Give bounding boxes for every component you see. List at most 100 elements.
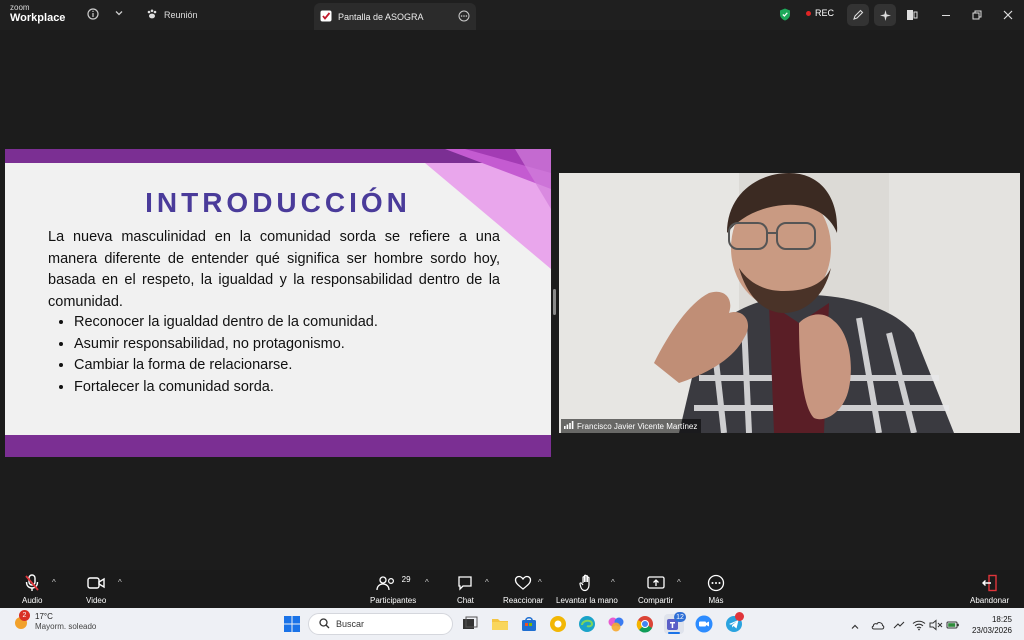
info-icon[interactable] [87,8,99,23]
participants-count: 29 [401,574,411,584]
tab-meeting[interactable]: Reunión [140,3,310,27]
zoom-app-icon[interactable] [694,614,714,634]
tab-screen-label: Pantalla de ASOGRA [338,11,424,22]
slide-paragraph: La nueva masculinidad en la comunidad so… [48,229,500,310]
video-camera-icon [87,574,105,592]
file-explorer-icon[interactable] [490,614,510,634]
audio-label: Audio [22,596,43,605]
recording-indicator[interactable]: REC [806,8,834,18]
bullet-item: Asumir responsabilidad, no protagonismo. [74,334,378,356]
rec-label: REC [815,8,835,18]
record-dot-icon [806,10,811,16]
clock-date: 23/03/2026 [971,626,1012,635]
chat-bubble-icon [457,574,473,592]
chat-button[interactable]: Chat [457,574,474,605]
telegram-notification-dot [735,612,744,621]
share-label: Compartir [638,596,674,605]
more-button[interactable]: Más [707,574,725,605]
tab-meeting-label: Reunión [164,10,198,20]
signal-strength-icon [564,421,574,431]
weather-badge: 2 [19,610,30,621]
bullet-item: Reconocer la igualdad dentro de la comun… [74,312,378,334]
heart-icon [514,574,532,592]
edge-icon[interactable] [577,614,597,634]
react-options-caret-icon[interactable]: ^ [538,578,542,587]
raise-hand-options-caret-icon[interactable]: ^ [611,578,615,587]
raise-hand-label: Levantar la mano [556,596,618,605]
participants-label: Participantes [370,596,417,605]
audio-options-caret-icon[interactable]: ^ [52,578,56,587]
telegram-icon[interactable] [724,612,744,634]
microphone-muted-icon [24,574,40,592]
weather-desc: Mayorm. soleado [35,622,97,631]
raise-hand-icon [579,574,595,592]
raise-hand-button[interactable]: Levantar la mano [556,574,618,605]
participant-video-feed [559,173,1020,433]
chevron-down-icon[interactable] [114,8,124,21]
chrome-canary-icon[interactable] [548,614,568,634]
restore-icon[interactable] [971,8,983,26]
video-label: Video [86,596,107,605]
teams-badge: 12 [674,612,686,622]
weather-temp: 17°C [35,612,53,621]
participant-video-tile[interactable] [559,173,1020,433]
share-options-caret-icon[interactable]: ^ [677,578,681,587]
asogra-app-icon [320,10,332,24]
chrome-icon[interactable] [635,614,655,634]
copilot-icon[interactable] [606,614,626,634]
bullet-item: Cambiar la forma de relacionarse. [74,355,378,377]
weather-widget[interactable]: 2 17°C Mayorm. soleado [12,610,97,632]
security-shield-icon[interactable] [779,8,791,26]
store-icon[interactable] [519,614,539,634]
leave-label: Abandonar [970,596,1010,605]
chat-options-caret-icon[interactable]: ^ [485,578,489,587]
share-button[interactable]: Compartir [638,574,673,605]
audio-button[interactable]: Audio [22,574,42,605]
task-view-icon[interactable] [460,614,480,634]
zoom-workplace-logo: zoom Workplace [10,4,65,24]
participant-name-label: Francisco Javier Vicente Martínez [561,419,702,433]
network-status-icon[interactable] [892,618,906,636]
resize-divider-handle[interactable] [553,289,556,315]
logo-top-text: zoom [10,3,30,12]
more-label: Más [708,596,724,605]
leave-button[interactable]: Abandonar [970,574,1009,605]
teams-icon[interactable]: 12 [664,612,686,634]
sun-weather-icon: 2 [12,610,30,631]
participants-button[interactable]: 29 Participantes [370,574,417,606]
more-options-icon[interactable] [458,10,470,24]
paw-icon [146,8,158,22]
bullet-item: Fortalecer la comunidad sorda. [74,377,378,399]
active-app-indicator [668,632,680,634]
react-label: Reaccionar [503,596,544,605]
tab-screen-share[interactable]: Pantalla de ASOGRA [314,3,476,30]
taskbar-search-box[interactable]: Buscar [308,613,453,635]
system-clock[interactable]: 18:25 23/03/2026 [958,614,1012,636]
more-dots-icon [707,574,725,592]
slide-bottom-band [5,435,551,457]
share-screen-icon [646,574,665,592]
participants-icon: 29 [376,574,411,592]
chevron-up-icon[interactable] [850,619,860,637]
video-options-caret-icon[interactable]: ^ [118,578,122,587]
ai-companion-icon[interactable] [874,4,896,26]
participant-name: Francisco Javier Vicente Martínez [577,421,698,431]
windows-start-icon[interactable] [282,614,302,634]
logo-bottom-text: Workplace [10,12,66,24]
participants-options-caret-icon[interactable]: ^ [425,578,429,587]
chat-label: Chat [457,596,474,605]
wifi-icon[interactable] [912,618,926,636]
annotate-pen-icon[interactable] [847,4,869,26]
slide-bullet-list: Reconocer la igualdad dentro de la comun… [55,312,378,398]
search-placeholder: Buscar [336,619,365,629]
side-panel-icon[interactable] [906,8,918,26]
onedrive-cloud-icon[interactable] [871,618,885,636]
search-icon [319,617,330,631]
minimize-icon[interactable] [940,8,952,26]
close-icon[interactable] [1002,8,1014,26]
leave-door-icon [981,574,999,592]
shared-presentation-slide: INTRODUCCIÓN La nueva masculinidad en la… [5,149,551,457]
speaker-muted-icon[interactable] [929,618,943,636]
video-button[interactable]: Video [86,574,106,605]
clock-time: 18:25 [991,615,1012,624]
